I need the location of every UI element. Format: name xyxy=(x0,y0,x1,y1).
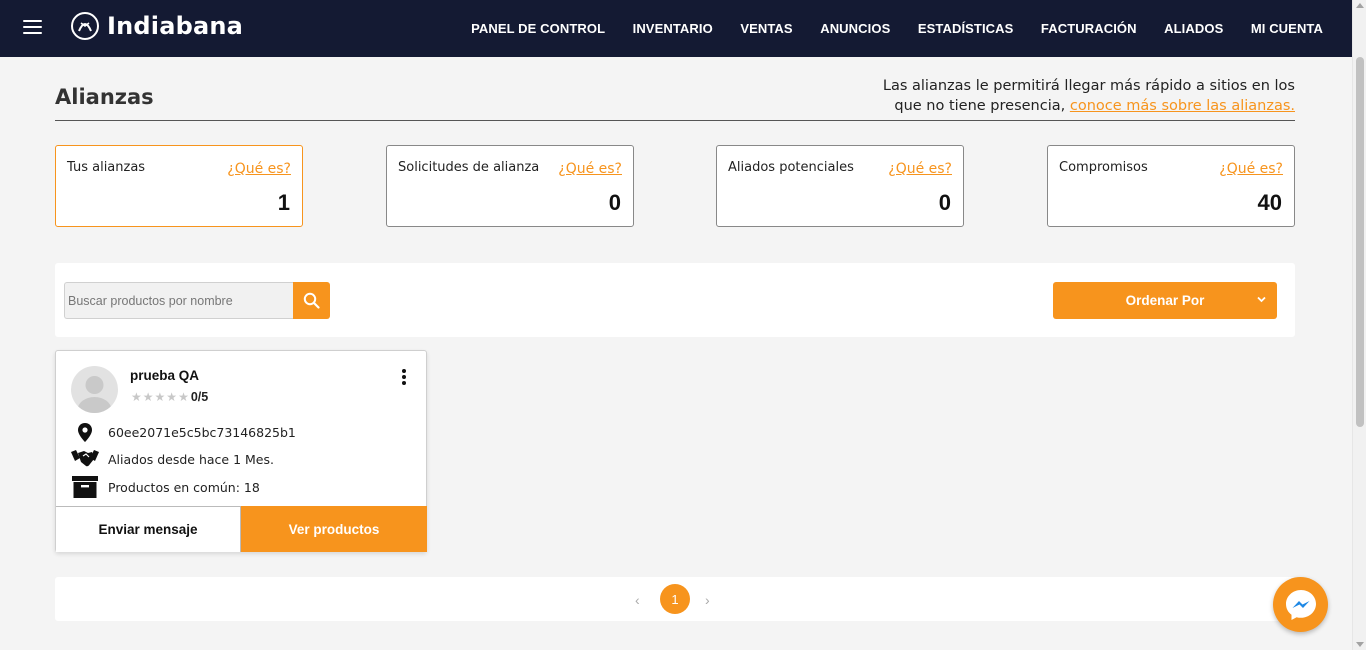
title-divider xyxy=(55,120,1295,121)
learn-more-alliances-link[interactable]: conoce más sobre las alianzas. xyxy=(1070,98,1295,114)
page-number-current[interactable]: 1 xyxy=(660,584,690,614)
sort-by-dropdown[interactable]: Ordenar Por xyxy=(1053,282,1277,319)
nav-anuncios[interactable]: ANUNCIOS xyxy=(820,21,890,36)
stat-value: 1 xyxy=(277,190,290,215)
intro-text: Las alianzas le permitirá llegar más ráp… xyxy=(865,76,1295,116)
chevron-down-icon xyxy=(1257,296,1266,303)
search-button[interactable] xyxy=(293,282,330,319)
main-nav: PANEL DE CONTROL INVENTARIO VENTAS ANUNC… xyxy=(444,0,1323,57)
star-icon: ★ xyxy=(166,390,178,404)
common-products-row: Productos en común: 18 xyxy=(70,475,260,499)
brand-name: Indiabana xyxy=(107,12,244,40)
stat-card-solicitudes[interactable]: Solicitudes de alianza ¿Qué es? 0 xyxy=(386,145,634,227)
stat-value: 40 xyxy=(1257,190,1282,215)
chevron-right-icon[interactable]: › xyxy=(705,592,710,608)
hamburger-menu-icon[interactable] xyxy=(23,20,42,34)
nav-mi-cuenta[interactable]: MI CUENTA xyxy=(1251,21,1323,36)
search-toolbar: Ordenar Por xyxy=(55,263,1295,337)
scrollbar-thumb[interactable] xyxy=(1356,57,1364,427)
stat-card-aliados-potenciales[interactable]: Aliados potenciales ¿Qué es? 0 xyxy=(716,145,964,227)
ally-since: Aliados desde hace 1 Mes. xyxy=(108,451,274,467)
archive-box-icon xyxy=(72,476,98,498)
search-input[interactable] xyxy=(64,282,294,319)
messenger-icon xyxy=(1285,589,1316,620)
ally-location: 60ee2071e5c5bc73146825b1 xyxy=(108,424,296,440)
stat-value: 0 xyxy=(938,190,951,215)
star-icon: ★ xyxy=(154,390,166,404)
stat-label: Compromisos xyxy=(1059,160,1148,175)
scroll-up-arrow-icon[interactable] xyxy=(1356,3,1364,8)
stat-label: Solicitudes de alianza xyxy=(398,160,540,175)
stat-card-tus-alianzas[interactable]: Tus alianzas ¿Qué es? 1 xyxy=(55,145,303,227)
user-placeholder-icon xyxy=(77,376,112,413)
stat-help-link[interactable]: ¿Qué es? xyxy=(558,161,622,177)
ally-location-row: 60ee2071e5c5bc73146825b1 xyxy=(70,420,296,444)
brand-logo[interactable]: Indiabana xyxy=(70,11,243,41)
stat-help-link[interactable]: ¿Qué es? xyxy=(888,161,952,177)
ally-card: prueba QA ★ ★ ★ ★ ★ 0/5 60ee2071e5c5bc73… xyxy=(55,350,427,552)
star-icon: ★ xyxy=(131,390,142,404)
handshake-icon xyxy=(71,450,99,467)
nav-panel-de-control[interactable]: PANEL DE CONTROL xyxy=(471,21,605,36)
stat-label: Tus alianzas xyxy=(67,160,146,175)
ally-since-row: Aliados desde hace 1 Mes. xyxy=(70,447,274,471)
stat-card-compromisos[interactable]: Compromisos ¿Qué es? 40 xyxy=(1047,145,1295,227)
sort-by-label: Ordenar Por xyxy=(1125,293,1205,308)
scroll-down-arrow-icon[interactable] xyxy=(1356,642,1364,647)
top-navigation-bar: Indiabana PANEL DE CONTROL INVENTARIO VE… xyxy=(0,0,1352,57)
view-products-button[interactable]: Ver productos xyxy=(241,506,427,552)
stat-help-link[interactable]: ¿Qué es? xyxy=(1219,161,1283,177)
nav-inventario[interactable]: INVENTARIO xyxy=(633,21,713,36)
nav-facturacion[interactable]: FACTURACIÓN xyxy=(1041,21,1137,36)
search-icon xyxy=(303,292,320,309)
map-pin-icon xyxy=(78,422,92,442)
avatar xyxy=(71,366,118,413)
rating-text: 0/5 xyxy=(190,390,209,404)
messenger-chat-button[interactable] xyxy=(1273,577,1328,632)
nav-estadisticas[interactable]: ESTADÍSTICAS xyxy=(918,21,1014,36)
nav-ventas[interactable]: VENTAS xyxy=(740,21,792,36)
send-message-button[interactable]: Enviar mensaje xyxy=(56,506,241,552)
more-options-icon[interactable] xyxy=(401,369,407,385)
stat-value: 0 xyxy=(608,190,621,215)
stat-help-link[interactable]: ¿Qué es? xyxy=(227,161,291,177)
common-products: Productos en común: 18 xyxy=(108,479,260,495)
ally-name: prueba QA xyxy=(130,368,200,383)
pagination: ‹ 1 › xyxy=(55,577,1295,621)
stat-label: Aliados potenciales xyxy=(728,160,854,175)
chevron-left-icon[interactable]: ‹ xyxy=(635,592,640,608)
brand-logo-icon xyxy=(71,12,99,40)
star-rating: ★ ★ ★ ★ ★ 0/5 xyxy=(131,390,208,404)
vertical-scrollbar[interactable] xyxy=(1352,0,1366,650)
star-icon: ★ xyxy=(178,390,189,404)
nav-aliados[interactable]: ALIADOS xyxy=(1164,21,1223,36)
star-icon: ★ xyxy=(142,390,154,404)
page-title: Alianzas xyxy=(55,85,154,109)
